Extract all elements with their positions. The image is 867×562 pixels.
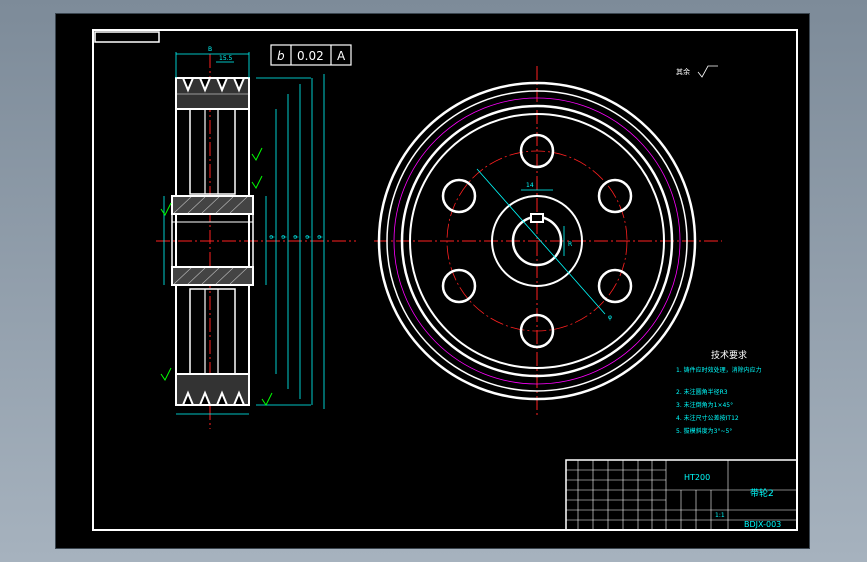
tech-req-item-2: 2. 未注圆角半径R3: [676, 388, 728, 396]
geometric-tolerance-frame[interactable]: b 0.02 A: [270, 44, 352, 66]
section-web-upper: [189, 108, 236, 195]
hub-upper-hatched: [171, 195, 254, 215]
svg-text:φ: φ: [304, 235, 311, 239]
cad-viewport[interactable]: B 15.5 φ φ φ φ φ b 0.02 A 14 R φ 其余 技术要求…: [56, 14, 809, 548]
tech-req-item-1: 1. 铸件应时效处理，消除内应力: [676, 366, 762, 374]
svg-text:φ: φ: [292, 235, 299, 239]
tolerance-datum: A: [337, 49, 346, 63]
tolerance-symbol: b: [277, 49, 285, 63]
title-block-drawing-number: BDJX-003: [744, 520, 781, 529]
title-block-part-name: 带轮2: [750, 487, 774, 499]
svg-text:14: 14: [526, 182, 534, 189]
upper-rim-grooves: [175, 77, 250, 110]
tech-req-item-5: 5. 拔模斜度为3°~5°: [676, 427, 732, 435]
front-dimension-texts: 14 R φ: [526, 182, 612, 321]
title-block-scale: 1:1: [715, 512, 725, 519]
roughness-note-text: 其余: [676, 67, 690, 76]
tech-req-item-4: 4. 未注尺寸公差按IT12: [676, 414, 739, 422]
tech-req-item-3: 3. 未注倒角为1×45°: [676, 401, 733, 409]
section-web-lower: [189, 288, 236, 375]
svg-text:φ: φ: [316, 235, 323, 239]
front-view[interactable]: 14 R φ: [374, 66, 722, 416]
drawing-canvas[interactable]: B 15.5 φ φ φ φ φ b 0.02 A 14 R φ 其余 技术要求…: [56, 14, 809, 548]
tolerance-value: 0.02: [297, 49, 324, 63]
roughness-note: 其余: [676, 65, 718, 78]
svg-text:φ: φ: [268, 235, 275, 239]
svg-text:φ: φ: [280, 235, 287, 239]
technical-requirements: 技术要求 1. 铸件应时效处理，消除内应力 2. 未注圆角半径R3 3. 未注倒…: [676, 349, 762, 435]
tech-req-title: 技术要求: [711, 349, 747, 361]
lower-rim-grooves: [175, 373, 250, 406]
hub-lower-hatched: [171, 266, 254, 286]
svg-text:R: R: [568, 241, 572, 248]
svg-text:B: B: [208, 46, 212, 53]
title-block[interactable]: HT200 带轮2 1:1 BDJX-003: [565, 459, 798, 531]
sheet-corner-tab: [94, 31, 160, 43]
svg-text:φ: φ: [608, 314, 612, 321]
svg-text:15.5: 15.5: [219, 55, 233, 62]
title-block-material: HT200: [684, 473, 710, 482]
section-view[interactable]: B 15.5 φ φ φ φ φ b 0.02 A: [156, 44, 356, 429]
keyway: [530, 213, 544, 223]
